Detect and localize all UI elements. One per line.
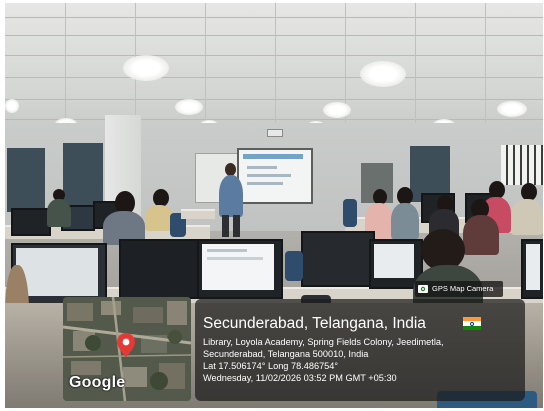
monitor <box>521 239 543 299</box>
chair <box>285 251 303 281</box>
map-pin-icon <box>117 333 135 357</box>
ceiling-light <box>123 55 169 81</box>
google-logo: Google <box>69 374 126 391</box>
location-info-panel: Secunderabad, Telangana, India Library, … <box>195 299 525 401</box>
ceiling-light <box>5 99 19 113</box>
projector <box>267 129 283 137</box>
person <box>219 175 243 217</box>
window <box>501 145 543 185</box>
gps-camera-label: GPS Map Camera <box>432 284 494 293</box>
location-title: Secunderabad, Telangana, India <box>203 315 426 332</box>
ceiling-light <box>323 102 351 118</box>
person <box>391 203 419 239</box>
monitor <box>301 231 375 287</box>
ceiling-light <box>497 101 527 117</box>
chair <box>343 199 357 227</box>
camera-icon <box>418 285 428 293</box>
gps-camera-badge: GPS Map Camera <box>415 281 503 297</box>
india-flag-icon <box>463 317 481 330</box>
person <box>463 215 499 255</box>
person <box>511 199 543 235</box>
door <box>7 148 45 212</box>
person <box>145 205 173 231</box>
person <box>47 199 71 227</box>
address-line-2: Secunderabad, Telangana 500010, India <box>203 349 369 359</box>
address-line-1: Library, Loyola Academy, Spring Fields C… <box>203 337 444 347</box>
desk <box>181 209 215 219</box>
monitor <box>119 239 203 299</box>
ceiling <box>5 3 543 143</box>
ceiling-light <box>175 99 203 115</box>
datetime: Wednesday, 11/02/2026 03:52 PM GMT +05:3… <box>203 373 397 383</box>
door <box>63 143 103 209</box>
ceiling-light <box>360 61 406 87</box>
map-thumbnail: Google <box>63 297 191 401</box>
coordinates: Lat 17.506174° Long 78.486754° <box>203 361 339 371</box>
lab-photo: GPS Map Camera Google Secunderabad, Tela… <box>5 3 543 408</box>
monitor <box>197 239 283 299</box>
monitor <box>11 208 51 236</box>
projector-screen <box>237 148 313 204</box>
